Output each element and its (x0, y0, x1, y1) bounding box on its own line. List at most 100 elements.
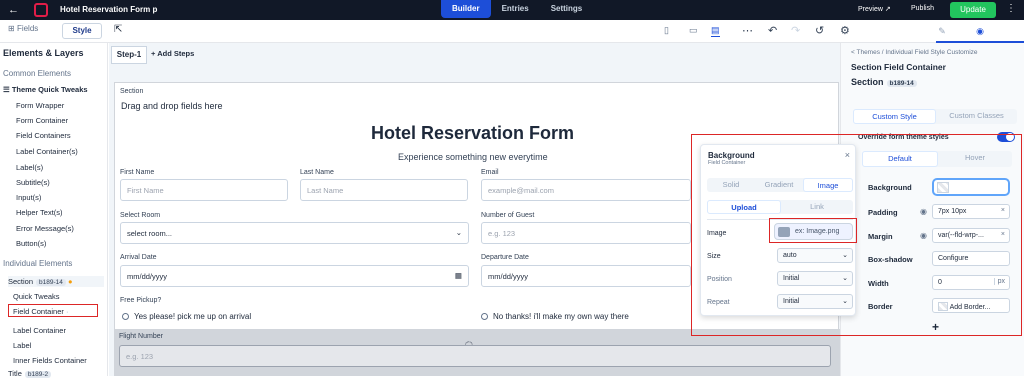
desktop-device-icon[interactable]: ▤ (711, 25, 720, 37)
flight-label: Flight Number (119, 333, 163, 340)
fields-toggle[interactable]: ⊞ Fields (8, 24, 38, 33)
style-toggle[interactable]: Style (62, 23, 102, 39)
more-options-icon[interactable]: ⋯ (742, 24, 753, 37)
individual-elements-heading: Individual Elements (3, 259, 73, 268)
style-tabs: Custom Style Custom Classes (853, 109, 1017, 124)
chevron-down-icon: ⌄ (455, 228, 462, 237)
layer-item[interactable]: Input(s) (16, 193, 41, 202)
back-arrow-icon[interactable]: ← (8, 4, 19, 16)
preview-label: Preview (858, 6, 883, 13)
room-select-value: select room... (127, 229, 173, 238)
layer-item[interactable]: Label Container (13, 326, 66, 335)
tab-builder[interactable]: Builder (441, 0, 491, 18)
plus-icon: + (151, 49, 156, 58)
builder-toolbar: ⊞ Fields Style ⇱ ▯ ▭ ▤ ⋯ ↶ ↷ ↺ ⚙ ✎ ◉ (0, 20, 1024, 43)
last-name-input[interactable]: Last Name (300, 179, 468, 201)
layer-item[interactable]: Label(s) (16, 163, 43, 172)
arrival-date-value: mm/dd/yyyy (127, 272, 168, 281)
sliders-icon: ☰ (3, 85, 10, 94)
pickup-yes-label: Yes please! pick me up on arrival (134, 312, 252, 321)
panel-section-row: Section b189-14 (851, 77, 917, 87)
section-layer[interactable]: Section b189-14 ● (8, 276, 104, 287)
layer-item[interactable]: Quick Tweaks (13, 292, 60, 301)
departure-label: Departure Date (481, 254, 529, 261)
departure-date-input[interactable]: mm/dd/yyyy (481, 265, 691, 287)
pickup-yes-radio[interactable]: Yes please! pick me up on arrival (122, 312, 251, 321)
elements-layers-panel: Elements & Layers Common Elements ☰ Them… (0, 43, 108, 378)
first-name-input[interactable]: First Name (120, 179, 288, 201)
tab-settings[interactable]: Settings (540, 0, 594, 18)
publish-button[interactable]: Publish (911, 5, 934, 12)
field-container-layer[interactable]: Field Container · (8, 304, 98, 317)
layer-item[interactable]: Subtitle(s) (16, 178, 50, 187)
preview-link[interactable]: Preview ↗ (858, 5, 891, 13)
history-icon[interactable]: ↺ (815, 24, 824, 37)
room-label: Select Room (120, 212, 161, 219)
tab-custom-style[interactable]: Custom Style (853, 109, 936, 124)
title-layer[interactable]: Title b189-2 (8, 369, 52, 378)
pickup-no-radio[interactable]: No thanks! i'll make my own way there (481, 312, 629, 321)
layer-item[interactable]: Error Message(s) (16, 224, 74, 233)
update-button[interactable]: Update (950, 2, 996, 18)
layer-item[interactable]: Form Container (16, 116, 68, 125)
theme-quick-tweaks-label: Theme Quick Tweaks (11, 85, 88, 94)
image-highlight-box (769, 218, 857, 243)
layer-item[interactable]: Label (13, 341, 31, 350)
add-steps-label: Add Steps (157, 49, 195, 58)
layer-item[interactable]: Button(s) (16, 239, 46, 248)
section-id-badge: b189-14 (36, 279, 66, 286)
redo-icon[interactable]: ↷ (791, 24, 800, 37)
tab-entries[interactable]: Entries (491, 0, 540, 18)
arrival-label: Arrival Date (120, 254, 157, 261)
breadcrumb[interactable]: < Themes / Individual Field Style Custom… (851, 49, 978, 56)
dot-indicator-icon: ● (67, 277, 73, 286)
email-input[interactable]: example@mail.com (481, 179, 691, 201)
form-subtitle: Experience something new everytime (398, 152, 548, 162)
layer-item[interactable]: Label Container(s) (16, 147, 78, 156)
tablet-device-icon[interactable]: ▭ (689, 25, 698, 36)
email-label: Email (481, 169, 499, 176)
main-tabs: Builder Entries Settings (441, 0, 593, 18)
flight-number-field[interactable]: Flight Number ◌ e.g. 123 (114, 329, 840, 376)
cursor-select-icon[interactable]: ⇱ (114, 24, 122, 35)
undo-icon[interactable]: ↶ (768, 24, 777, 37)
panel-section-id: b189-14 (886, 80, 917, 87)
drop-zone-text: Drag and drop fields here (121, 101, 223, 111)
more-menu-icon[interactable]: ⋮ (1006, 3, 1016, 14)
app-logo (34, 3, 48, 17)
room-select[interactable]: select room... ⌄ (120, 222, 469, 244)
calendar-icon: ▦ (454, 271, 462, 280)
section-label: Section (120, 88, 144, 95)
layer-item[interactable]: Inner Fields Container (13, 356, 87, 365)
arrival-date-input[interactable]: mm/dd/yyyy ▦ (120, 265, 469, 287)
first-name-label: First Name (120, 169, 155, 176)
plus-box-icon: ⊞ (8, 24, 15, 33)
form-title: Hotel Reservation Form p (60, 5, 158, 14)
form-heading: Hotel Reservation Form (371, 123, 575, 143)
gear-icon[interactable]: ⚙ (840, 24, 850, 37)
theme-quick-tweaks[interactable]: ☰ Theme Quick Tweaks (3, 85, 88, 94)
radio-circle-icon (481, 313, 488, 320)
style-panel-tab[interactable]: ◉ (936, 20, 1024, 43)
tab-custom-classes[interactable]: Custom Classes (936, 109, 1017, 124)
step-tab[interactable]: Step-1 (111, 46, 147, 64)
dot-indicator-icon: · (65, 307, 69, 316)
title-layer-label: Title (8, 369, 22, 378)
flight-input[interactable]: e.g. 123 (119, 345, 831, 367)
panel-title: Elements & Layers (3, 48, 84, 58)
radio-circle-icon (122, 313, 129, 320)
common-elements-heading: Common Elements (3, 69, 72, 78)
panel-element-title: Section Field Container (851, 62, 946, 72)
field-container-label: Field Container (13, 307, 64, 316)
section-layer-label: Section (8, 277, 34, 286)
add-steps-button[interactable]: + Add Steps (151, 49, 194, 58)
fields-label: Fields (16, 24, 39, 33)
pickup-label: Free Pickup? (120, 297, 162, 304)
style-label: Style (72, 26, 92, 35)
layer-item[interactable]: Form Wrapper (16, 101, 64, 110)
layer-item[interactable]: Helper Text(s) (16, 208, 63, 217)
layer-item[interactable]: Field Containers (16, 131, 71, 140)
mobile-device-icon[interactable]: ▯ (664, 25, 669, 36)
external-link-icon: ↗ (884, 6, 891, 13)
guest-input[interactable]: e.g. 123 (481, 222, 691, 244)
